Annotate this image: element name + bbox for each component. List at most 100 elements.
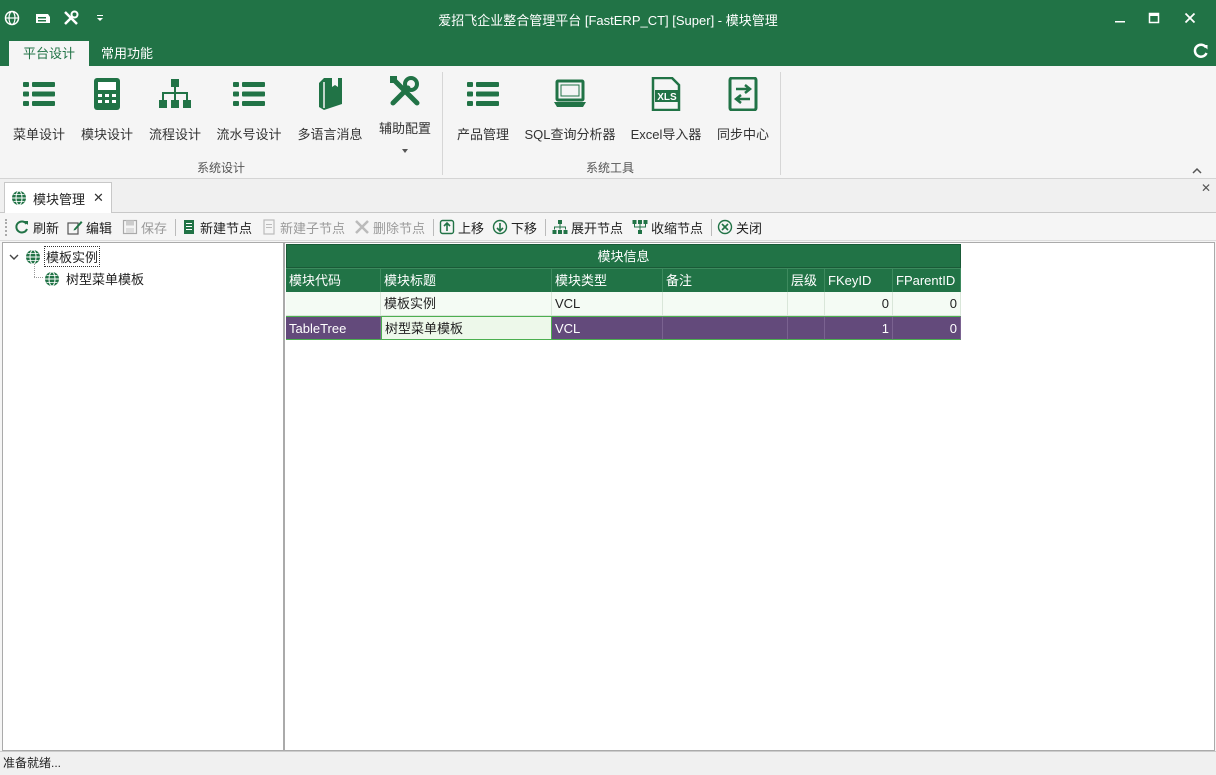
serial-number-design-button[interactable]: 流水号设计 — [215, 74, 283, 154]
tools-icon — [385, 74, 425, 108]
menu-design-button[interactable]: 菜单设计 — [12, 74, 66, 154]
move-up-button[interactable]: 上移 — [439, 217, 484, 237]
multilanguage-message-label: 多语言消息 — [297, 127, 363, 142]
group-separator — [780, 72, 781, 175]
grid-band-title: 模块信息 — [286, 244, 961, 268]
new-node-button[interactable]: 新建节点 — [181, 217, 252, 237]
table-cell-focused[interactable]: 树型菜单模板 — [381, 316, 552, 340]
module-design-label: 模块设计 — [80, 127, 133, 142]
xls-icon: XLS — [646, 74, 686, 114]
calculator-icon — [87, 74, 127, 114]
auxiliary-config-label: 辅助配置 — [378, 121, 431, 136]
table-cell[interactable]: 0 — [825, 292, 893, 316]
collapse-ribbon-icon[interactable] — [1192, 162, 1202, 177]
table-cell[interactable]: 0 — [893, 292, 961, 316]
sitemap-icon — [155, 74, 195, 114]
close-button[interactable]: 关闭 — [717, 217, 762, 237]
sync-icon — [723, 74, 763, 114]
new-document-icon — [181, 219, 197, 235]
tab-common-functions[interactable]: 常用功能 — [87, 41, 167, 66]
close-document-icon[interactable]: ✕ — [1201, 181, 1211, 195]
toolbar: 刷新 编辑 保存 新建节点 新建子节点 删除节点 上移 下移 展开节点 收缩节点 — [0, 213, 1216, 241]
table-cell[interactable]: 模板实例 — [381, 292, 552, 316]
tree-node-child[interactable]: 树型菜单模板 — [44, 269, 144, 288]
column-header-remark[interactable]: 备注 — [663, 268, 788, 292]
sql-query-analyzer-label: SQL查询分析器 — [524, 127, 616, 142]
product-management-button[interactable]: 产品管理 — [455, 74, 511, 154]
column-header-fkeyid[interactable]: FKeyID — [825, 268, 893, 292]
expand-nodes-button[interactable]: 展开节点 — [552, 217, 623, 237]
excel-importer-label: Excel导入器 — [630, 127, 702, 142]
column-header-fparentid[interactable]: FParentID — [893, 268, 961, 292]
sql-query-analyzer-button[interactable]: SQL查询分析器 — [523, 74, 617, 154]
close-window-button[interactable] — [1180, 8, 1200, 28]
multilanguage-message-button[interactable]: 多语言消息 — [296, 74, 364, 154]
arrow-up-icon — [439, 219, 455, 235]
close-circle-icon — [717, 219, 733, 235]
laptop-icon — [550, 74, 590, 114]
move-up-label: 上移 — [458, 220, 485, 236]
tree-node-root[interactable]: 模板实例 — [9, 246, 101, 267]
delete-node-button[interactable]: 删除节点 — [354, 217, 425, 237]
tab-close-icon[interactable]: ✕ — [93, 190, 104, 206]
table-cell-selected[interactable]: 1 — [825, 316, 893, 340]
ribbon-tab-bar: 平台设计 常用功能 — [0, 37, 1216, 66]
delete-node-label: 删除节点 — [373, 220, 426, 236]
edit-button[interactable]: 编辑 — [67, 217, 112, 237]
svg-text:XLS: XLS — [657, 92, 677, 103]
menu-design-label: 菜单设计 — [12, 127, 65, 142]
tab-platform-design[interactable]: 平台设计 — [9, 41, 90, 66]
table-cell-selected[interactable]: VCL — [552, 316, 663, 340]
move-down-label: 下移 — [511, 220, 538, 236]
excel-importer-button[interactable]: XLS Excel导入器 — [630, 74, 702, 154]
serial-number-design-label: 流水号设计 — [216, 127, 282, 142]
tree-connector — [34, 277, 43, 278]
tab-module-management[interactable]: 模块管理 ✕ — [4, 182, 112, 213]
minimize-button[interactable] — [1110, 8, 1130, 28]
table-cell-selected[interactable]: 0 — [893, 316, 961, 340]
table-cell[interactable] — [286, 292, 381, 316]
table-cell[interactable]: VCL — [552, 292, 663, 316]
refresh-label: 刷新 — [33, 220, 60, 236]
tab-label: 模块管理 — [33, 191, 86, 207]
toolbar-grip — [5, 219, 7, 236]
product-management-label: 产品管理 — [456, 127, 509, 142]
collapse-nodes-label: 收缩节点 — [651, 220, 704, 236]
table-cell[interactable] — [788, 292, 825, 316]
column-header-level[interactable]: 层级 — [788, 268, 825, 292]
globe-icon — [44, 271, 62, 287]
process-design-button[interactable]: 流程设计 — [147, 74, 203, 154]
table-cell-selected[interactable] — [788, 316, 825, 340]
window-title: 爱招飞企业整合管理平台 [FastERP_CT] [Super] - 模块管理 — [438, 13, 778, 28]
dropdown-arrow-icon — [402, 141, 408, 156]
column-header-module-type[interactable]: 模块类型 — [552, 268, 663, 292]
list-icon — [463, 74, 503, 114]
column-header-module-code[interactable]: 模块代码 — [286, 268, 381, 292]
group-label-system-tools: 系统工具 — [586, 161, 635, 175]
move-down-button[interactable]: 下移 — [492, 217, 537, 237]
refresh-icon — [14, 219, 30, 235]
collapse-nodes-button[interactable]: 收缩节点 — [632, 217, 703, 237]
new-node-label: 新建节点 — [200, 220, 253, 236]
chevron-down-icon[interactable] — [9, 253, 21, 261]
save-button[interactable]: 保存 — [122, 217, 167, 237]
book-icon — [310, 74, 350, 114]
table-cell[interactable] — [663, 292, 788, 316]
save-icon — [122, 219, 138, 235]
auxiliary-config-button[interactable]: 辅助配置 — [376, 74, 434, 154]
status-text: 准备就绪... — [3, 756, 62, 770]
globe-icon — [25, 249, 43, 265]
sync-center-button[interactable]: 同步中心 — [715, 74, 771, 154]
ribbon-panel: 菜单设计 模块设计 流程设计 流水号设计 多语言消息 辅助配置 系统设计 产品管… — [0, 66, 1216, 179]
toolbar-separator — [175, 219, 176, 236]
refresh-button[interactable]: 刷新 — [14, 217, 59, 237]
refresh-skin-icon[interactable] — [1192, 42, 1210, 60]
maximize-button[interactable] — [1144, 8, 1164, 28]
table-cell-selected[interactable] — [663, 316, 788, 340]
arrow-down-icon — [492, 219, 508, 235]
column-header-module-title[interactable]: 模块标题 — [381, 268, 552, 292]
list-icon — [229, 74, 269, 114]
new-child-node-button[interactable]: 新建子节点 — [261, 217, 345, 237]
table-cell-selected[interactable]: TableTree — [286, 316, 381, 340]
module-design-button[interactable]: 模块设计 — [79, 74, 135, 154]
